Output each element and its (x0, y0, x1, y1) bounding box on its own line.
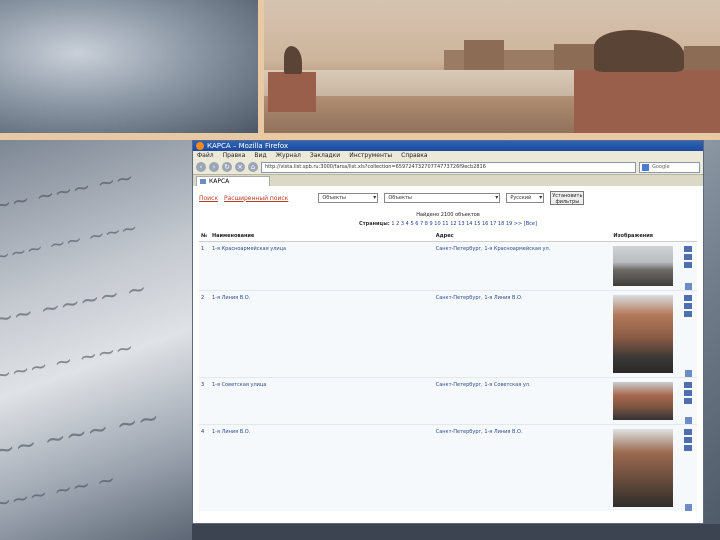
object-name-link[interactable]: 1-я Линия В.О. (209, 424, 434, 511)
object-address-link[interactable]: Санкт-Петербург, 1-я Линия В.О. (433, 290, 612, 378)
results-table: № Наименование Адрес Изображения 1 1-я К… (199, 231, 697, 511)
url-bar[interactable]: http://vista.list.spb.ru:3000/farsa/list… (261, 161, 636, 173)
street-photo-thumbnail[interactable] (611, 290, 692, 378)
pagination: Страницы: 1 2 3 4 5 6 7 8 9 10 11 12 13 … (359, 221, 537, 227)
object-address-link[interactable]: Санкт-Петербург, 1-я Линия В.О. (433, 424, 612, 511)
object-category-select[interactable]: Объекты (384, 193, 501, 203)
background-sky (0, 0, 258, 133)
zoom-icon[interactable] (684, 504, 692, 511)
home-icon[interactable]: ⌂ (248, 162, 258, 172)
delete-icon[interactable] (683, 390, 692, 396)
window-title: КАРСА – Mozilla Firefox (207, 142, 289, 150)
col-images: Изображения (611, 231, 682, 242)
table-row: 3 1-я Советская улица Санкт-Петербург, 1… (199, 377, 697, 425)
street-photo-thumbnail[interactable] (611, 241, 692, 291)
menu-bar: Файл Правка Вид Журнал Закладки Инструме… (193, 151, 703, 160)
apply-filters-button[interactable]: Установить фильтры (550, 191, 585, 205)
edit-icon[interactable] (683, 429, 692, 435)
edit-icon[interactable] (683, 382, 692, 388)
zoom-icon[interactable] (684, 417, 692, 424)
zoom-icon[interactable] (684, 370, 692, 377)
pagination-links[interactable]: 1 2 3 4 5 6 7 8 9 10 11 12 13 14 15 16 1… (391, 221, 537, 227)
delete-icon[interactable] (683, 437, 692, 443)
sphinx-embankment-photo (264, 0, 720, 133)
col-address: Адрес (433, 231, 612, 242)
stop-icon[interactable]: × (235, 162, 245, 172)
browser-window: КАРСА – Mozilla Firefox Файл Правка Вид … (192, 140, 704, 524)
taskbar-strip (192, 524, 720, 540)
forward-icon[interactable]: › (209, 162, 219, 172)
tab-bar: КАРСА (193, 175, 703, 186)
street-photo-thumbnail[interactable] (611, 424, 692, 511)
language-select[interactable]: Русский (506, 193, 545, 203)
edit-icon[interactable] (683, 246, 692, 252)
users-icon[interactable] (683, 398, 692, 404)
open-book-image: ~~ ~~~ ~~ ~~~ ~~ ~~~ ~~ ~~~~ ~ ~~~ ~ ~~~… (0, 140, 192, 540)
edit-icon[interactable] (683, 295, 692, 301)
menu-edit[interactable]: Правка (223, 151, 246, 160)
object-name-link[interactable]: 1-я Советская улица (209, 377, 434, 425)
menu-tools[interactable]: Инструменты (349, 151, 392, 160)
advanced-search-link[interactable]: Расширенный поиск (224, 195, 288, 202)
back-icon[interactable]: ‹ (196, 162, 206, 172)
object-name-link[interactable]: 1-я Красноармейская улица (209, 241, 434, 291)
tab-karsa[interactable]: КАРСА (196, 176, 271, 186)
col-name: Наименование (209, 231, 434, 242)
search-input[interactable]: Google (639, 161, 700, 173)
filter-row: Поиск Расширенный поиск Объекты Объекты … (199, 190, 697, 206)
reload-icon[interactable]: ↻ (222, 162, 232, 172)
table-row: 2 1-я Линия В.О. Санкт-Петербург, 1-я Ли… (199, 290, 697, 378)
object-name-link[interactable]: 1-я Линия В.О. (209, 290, 434, 378)
users-icon[interactable] (683, 262, 692, 268)
users-icon[interactable] (683, 311, 692, 317)
col-number: № (199, 231, 210, 242)
menu-help[interactable]: Справка (401, 151, 427, 160)
delete-icon[interactable] (683, 303, 692, 309)
users-icon[interactable] (683, 445, 692, 451)
page-content: Поиск Расширенный поиск Объекты Объекты … (193, 186, 703, 515)
object-address-link[interactable]: Санкт-Петербург, 1-я Советская ул. (433, 377, 612, 425)
delete-icon[interactable] (683, 254, 692, 260)
menu-view[interactable]: Вид (254, 151, 266, 160)
page-icon (200, 179, 206, 184)
object-type-select[interactable]: Объекты (318, 193, 379, 203)
zoom-icon[interactable] (684, 283, 692, 290)
menu-history[interactable]: Журнал (276, 151, 301, 160)
results-count: Найдено 2100 объектов (416, 212, 480, 218)
firefox-icon (196, 142, 204, 150)
navigation-toolbar: ‹ › ↻ × ⌂ http://vista.list.spb.ru:3000/… (193, 160, 703, 175)
table-row: 1 1-я Красноармейская улица Санкт-Петерб… (199, 241, 697, 291)
search-link[interactable]: Поиск (199, 195, 218, 202)
menu-file[interactable]: Файл (197, 151, 214, 160)
frame-horizontal-rule (0, 133, 720, 140)
google-icon (642, 163, 649, 171)
menu-bookmarks[interactable]: Закладки (310, 151, 340, 160)
table-row: 4 1-я Линия В.О. Санкт-Петербург, 1-я Ли… (199, 424, 697, 511)
street-photo-thumbnail[interactable] (611, 377, 692, 425)
title-bar: КАРСА – Mozilla Firefox (193, 141, 703, 151)
object-address-link[interactable]: Санкт-Петербург, 1-я Красноармейская ул. (433, 241, 612, 291)
